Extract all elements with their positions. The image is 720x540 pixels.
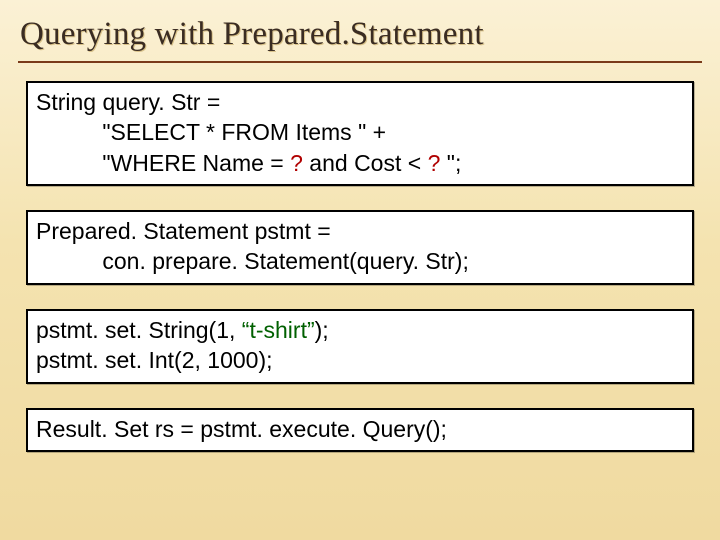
code-block-container: String query. Str = "SELECT * FROM Items… [18,81,702,452]
title-divider: Querying with Prepared.Statement [18,10,702,63]
slide-title: Querying with Prepared.Statement [20,16,700,53]
code-line: pstmt. set. Int(2, 1000); [36,345,684,375]
code-line: String query. Str = [36,87,684,117]
code-line: Prepared. Statement pstmt = [36,216,684,246]
slide: Querying with Prepared.Statement String … [0,0,720,540]
code-block-0: String query. Str = "SELECT * FROM Items… [26,81,694,186]
code-line: con. prepare. Statement(query. Str); [36,246,684,276]
code-line: pstmt. set. String(1, “t-shirt”); [36,315,684,345]
code-line: Result. Set rs = pstmt. execute. Query()… [36,414,684,444]
code-block-1: Prepared. Statement pstmt = con. prepare… [26,210,694,285]
code-block-3: Result. Set rs = pstmt. execute. Query()… [26,408,694,452]
code-line: "SELECT * FROM Items " + [36,117,684,147]
code-block-2: pstmt. set. String(1, “t-shirt”);pstmt. … [26,309,694,384]
code-line: "WHERE Name = ? and Cost < ? "; [36,148,684,178]
